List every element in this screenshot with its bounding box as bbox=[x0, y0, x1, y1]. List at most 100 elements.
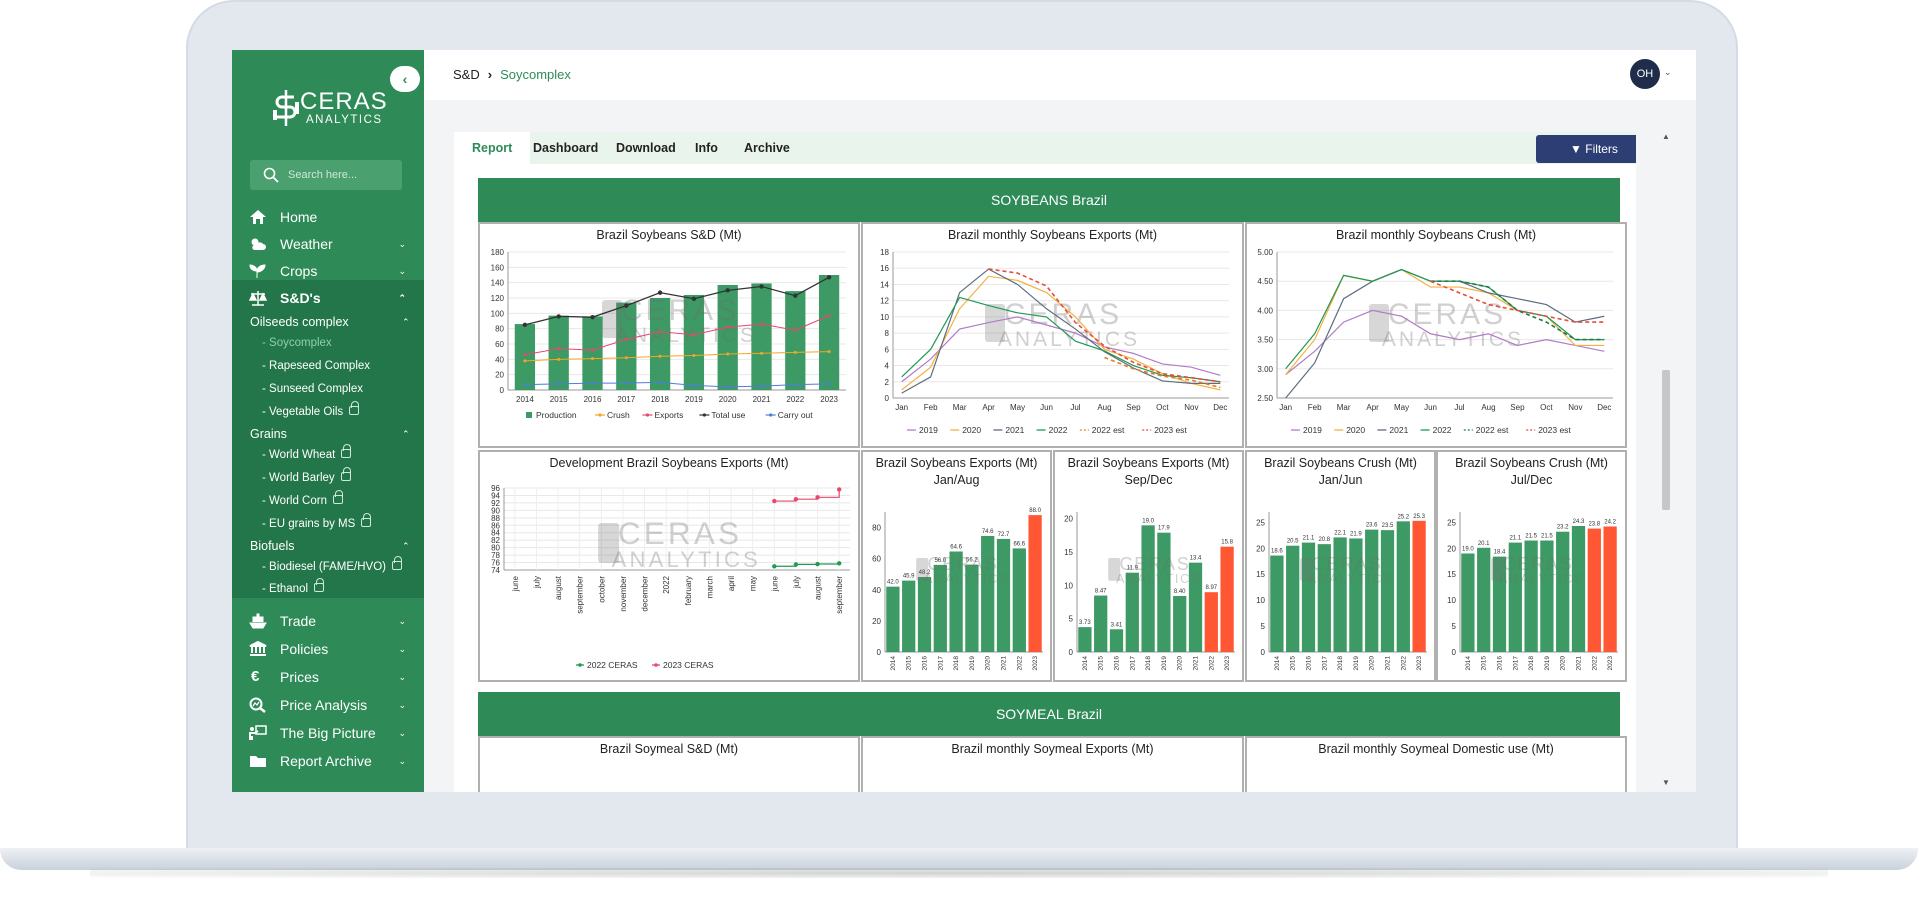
sidebar-group-oilseeds[interactable]: Oilseeds complex ⌃ bbox=[250, 312, 410, 332]
sidebar-item-price-analysis[interactable]: Price Analysis ⌄ bbox=[232, 692, 424, 718]
legend-marker bbox=[645, 413, 650, 417]
data-point bbox=[726, 352, 730, 356]
sidebar-item-report-archive[interactable]: Report Archive ⌄ bbox=[232, 748, 424, 774]
y-tick-label: 4.50 bbox=[1257, 277, 1273, 286]
data-point bbox=[523, 359, 527, 363]
tab-report[interactable]: Report bbox=[454, 132, 531, 164]
chart-exp-sepdec: 051015203.738.473.4111.919.017.98.4013.4… bbox=[1064, 512, 1235, 671]
breadcrumb-root[interactable]: S&D bbox=[453, 67, 480, 82]
x-tick-label: november bbox=[619, 576, 628, 612]
sidebar-item-home[interactable]: Home bbox=[232, 204, 424, 230]
y-tick-label: 2.50 bbox=[1257, 394, 1273, 403]
chevron-down-icon[interactable]: ⌄ bbox=[1664, 67, 1672, 78]
sidebar-search-input[interactable]: Search here... bbox=[250, 160, 402, 190]
sidebar-leaf-sunseed[interactable]: - Sunseed Complex bbox=[262, 379, 363, 399]
data-point bbox=[836, 561, 842, 566]
sidebar-leaf-vegoils[interactable]: - Vegetable Oils bbox=[262, 401, 360, 422]
sidebar-item-sds[interactable]: S&D's ⌃ bbox=[232, 285, 424, 311]
x-tick-label: Nov bbox=[1184, 403, 1198, 412]
tab-info[interactable]: Info bbox=[695, 132, 718, 164]
scroll-thumb[interactable] bbox=[1662, 370, 1670, 510]
legend-label: 2021 bbox=[1389, 425, 1408, 435]
data-label: 23.5 bbox=[1382, 523, 1394, 529]
data-point bbox=[557, 347, 561, 351]
sidebar-item-trade[interactable]: Trade ⌄ bbox=[232, 608, 424, 634]
panel-exp-sepdec: Brazil Soybeans Exports (Mt) Sep/Dec 0 5 10… bbox=[1053, 450, 1244, 682]
panel-meal-sd: Brazil Soymeal S&D (Mt) bbox=[478, 736, 860, 792]
sidebar-item-policies[interactable]: Policies ⌄ bbox=[232, 636, 424, 662]
y-tick-label: 15 bbox=[1256, 570, 1265, 579]
sidebar-item-weather[interactable]: Weather ⌄ bbox=[232, 231, 424, 257]
user-avatar[interactable]: OH bbox=[1630, 59, 1660, 89]
x-tick-label: Dec bbox=[1213, 403, 1227, 412]
x-tick-label: Sep bbox=[1510, 403, 1525, 412]
sidebar-item-big-picture[interactable]: The Big Picture ⌄ bbox=[232, 720, 424, 746]
scroll-up-icon[interactable]: ▲ bbox=[1662, 132, 1670, 141]
chevron-down-icon: ⌄ bbox=[398, 756, 406, 766]
sidebar-leaf-soycomplex[interactable]: - Soycomplex bbox=[262, 333, 332, 353]
bar bbox=[1109, 629, 1124, 652]
sidebar-leaf-eugrains[interactable]: - EU grains by MS bbox=[262, 513, 372, 534]
sidebar-group-grains[interactable]: Grains ⌃ bbox=[250, 424, 410, 444]
y-tick-label: 20 bbox=[872, 617, 881, 626]
data-point bbox=[793, 350, 797, 354]
y-tick-label: 5 bbox=[1452, 622, 1457, 631]
sidebar-item-prices[interactable]: € Prices ⌄ bbox=[232, 664, 424, 690]
tab-archive[interactable]: Archive bbox=[744, 132, 790, 164]
app-logo[interactable]: CERAS ANALYTICS bbox=[270, 84, 390, 132]
x-tick-label: 2019 bbox=[1161, 656, 1168, 671]
data-point bbox=[793, 293, 798, 298]
bar bbox=[1412, 520, 1426, 652]
x-tick-label: july bbox=[792, 576, 801, 589]
legend-label: 2023 est bbox=[1538, 425, 1571, 435]
sidebar-item-label: S&D's bbox=[280, 290, 321, 306]
presenter-icon bbox=[249, 725, 267, 740]
y-tick-label: 5 bbox=[1261, 622, 1266, 631]
filters-button[interactable]: ▼ Filters bbox=[1536, 135, 1636, 163]
group-label: Grains bbox=[250, 427, 287, 441]
tab-download[interactable]: Download bbox=[616, 132, 676, 164]
legend-label: Carry out bbox=[778, 410, 814, 420]
legend-label: 2020 bbox=[962, 425, 981, 435]
x-tick-label: Aug bbox=[1097, 403, 1111, 412]
chart-exports: 0 2 4 6 8 10 12 14 16 18 Jan Feb Mar Apr May Jun Jul Aug S… bbox=[880, 248, 1229, 435]
x-tick-label: 2021 bbox=[1193, 656, 1200, 671]
data-label: 23.6 bbox=[1366, 523, 1378, 529]
sidebar-leaf-corn[interactable]: - World Corn bbox=[262, 490, 343, 511]
sidebar-leaf-rapeseed[interactable]: - Rapeseed Complex bbox=[262, 356, 370, 376]
sidebar-item-label: Weather bbox=[280, 236, 333, 252]
y-tick-label: 8 bbox=[885, 329, 890, 338]
sidebar-leaf-ethanol[interactable]: - Ethanol bbox=[262, 578, 325, 599]
main-scrollbar[interactable]: ▲ ▼ bbox=[1660, 132, 1672, 792]
sidebar-leaf-biodiesel[interactable]: - Biodiesel (FAME/HVO) bbox=[262, 556, 402, 577]
sidebar-group-biofuels[interactable]: Biofuels ⌃ bbox=[250, 536, 410, 556]
bar bbox=[1603, 526, 1617, 652]
sidebar-collapse-button[interactable]: ‹ bbox=[390, 66, 420, 92]
y-tick-label: 20 bbox=[1064, 515, 1073, 524]
sidebar-leaf-wheat[interactable]: - World Wheat bbox=[262, 444, 352, 465]
data-label: 17.9 bbox=[1158, 526, 1170, 532]
data-point bbox=[624, 303, 629, 308]
legend-label: Crush bbox=[607, 410, 630, 420]
leaf-label: - Vegetable Oils bbox=[262, 406, 344, 418]
tab-dashboard[interactable]: Dashboard bbox=[533, 132, 598, 164]
chevron-up-icon: ⌃ bbox=[398, 293, 406, 303]
chevron-left-icon: ‹ bbox=[402, 71, 408, 87]
scroll-down-icon[interactable]: ▼ bbox=[1662, 778, 1670, 787]
bar bbox=[1141, 525, 1155, 652]
sidebar-leaf-barley[interactable]: - World Barley bbox=[262, 467, 351, 488]
x-tick-label: june bbox=[511, 575, 520, 592]
legend-label: Exports bbox=[655, 410, 684, 420]
x-tick-label: Jan bbox=[895, 403, 908, 412]
sidebar-item-label: Prices bbox=[280, 669, 319, 685]
sidebar-item-label: Report Archive bbox=[280, 753, 372, 769]
legend-label: 2019 bbox=[1303, 425, 1322, 435]
breadcrumb-current[interactable]: Soycomplex bbox=[500, 67, 571, 82]
x-tick-label: Mar bbox=[1337, 403, 1351, 412]
bar bbox=[1028, 515, 1042, 652]
legend-label: 2022 bbox=[1049, 425, 1068, 435]
x-tick-label: Feb bbox=[924, 403, 938, 412]
legend-label: 2021 bbox=[1005, 425, 1024, 435]
data-point bbox=[827, 314, 831, 318]
x-tick-label: 2015 bbox=[550, 395, 568, 404]
